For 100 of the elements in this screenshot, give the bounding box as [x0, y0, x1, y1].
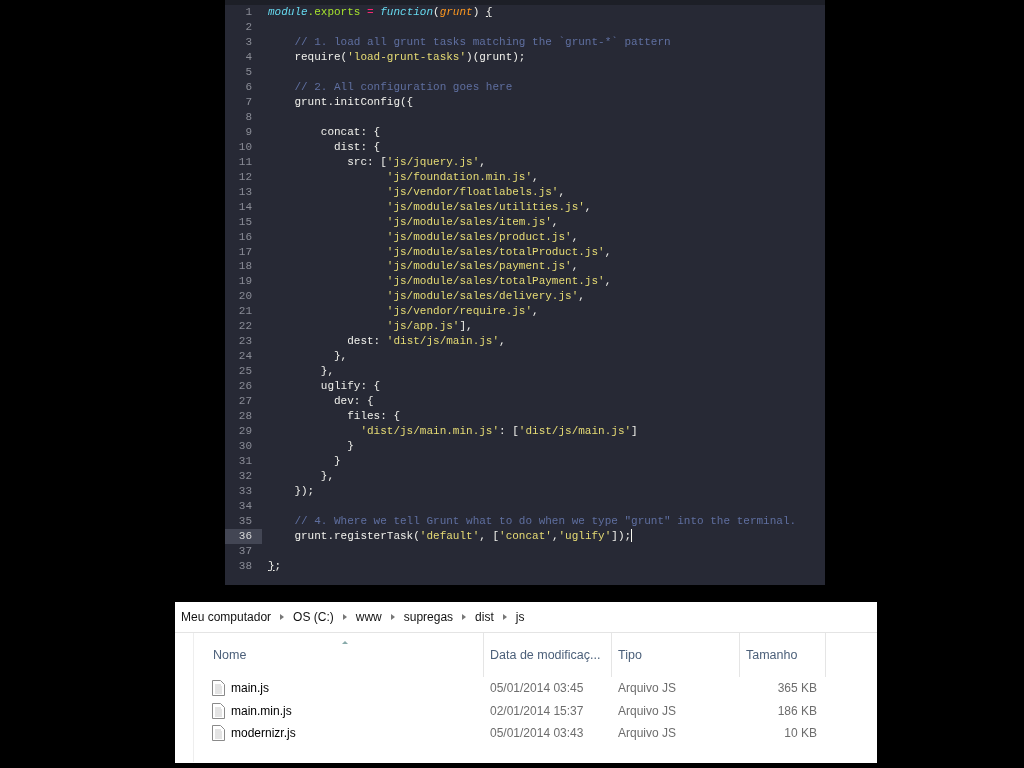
- line-number: 25: [237, 364, 253, 380]
- file-type: Arquivo JS: [617, 725, 678, 743]
- line-number: 19: [237, 274, 253, 290]
- line-number: 16: [237, 229, 253, 245]
- line-number: 9: [244, 124, 253, 140]
- code-line: 'js/module/sales/utilities.js',: [385, 199, 592, 215]
- code-line: 'js/foundation.min.js',: [385, 169, 539, 185]
- line-number: 3: [244, 34, 253, 50]
- code-line: dist: {: [333, 139, 381, 155]
- code-line: // 4. Where we tell Grunt what to do when we type "grunt" into the terminal.: [293, 513, 797, 529]
- file-date: 02/01/2014 15:37: [489, 702, 585, 720]
- code-line: },: [319, 364, 334, 380]
- breadcrumb-item[interactable]: supregas: [403, 608, 454, 626]
- code-line: dest: 'dist/js/main.js',: [346, 334, 506, 350]
- code-line: 'js/app.js'],: [385, 319, 473, 335]
- breadcrumb-arrow-icon[interactable]: [342, 614, 347, 620]
- code-line: 'js/vendor/require.js',: [385, 304, 539, 320]
- file-size: 365 KB: [776, 680, 818, 698]
- line-number: 14: [237, 199, 253, 215]
- code-line: uglify: {: [319, 379, 381, 395]
- code-line: 'js/module/sales/payment.js',: [385, 259, 579, 275]
- code-line: }: [333, 454, 341, 470]
- line-number: 4: [244, 49, 253, 65]
- line-number: 28: [237, 409, 253, 425]
- file-date: 05/01/2014 03:43: [489, 725, 585, 743]
- line-number: 21: [237, 304, 253, 320]
- line-number: 15: [237, 214, 253, 230]
- code-line: });: [293, 484, 315, 499]
- breadcrumb-item[interactable]: Meu computador: [181, 608, 272, 626]
- file-name[interactable]: main.js: [231, 679, 269, 698]
- line-number: 36: [225, 528, 262, 544]
- code-line: 'js/module/sales/totalProduct.js',: [385, 244, 612, 260]
- line-number: 7: [244, 94, 253, 110]
- column-header[interactable]: Tamanho: [740, 633, 826, 677]
- code-line: dev: {: [333, 394, 374, 410]
- code-line: files: {: [346, 409, 401, 425]
- code-line: concat: {: [319, 124, 381, 140]
- breadcrumb-item[interactable]: dist: [475, 608, 494, 626]
- line-number: 34: [237, 498, 253, 514]
- line-number: 12: [237, 169, 253, 185]
- code-line: 'js/module/sales/totalPayment.js',: [385, 274, 612, 290]
- code-line: 'js/module/sales/product.js',: [385, 229, 579, 245]
- line-number: 20: [237, 289, 253, 305]
- text-cursor: [631, 528, 633, 542]
- line-number: 18: [237, 259, 253, 275]
- file-name[interactable]: main.min.js: [231, 701, 292, 720]
- code-line: src: ['js/jquery.js',: [346, 154, 486, 170]
- code-line: // 2. All configuration goes here: [293, 79, 513, 95]
- line-number: 8: [244, 109, 253, 125]
- breadcrumb-item[interactable]: www: [355, 608, 382, 626]
- code-line: grunt.initConfig({: [293, 94, 414, 110]
- code-line: 'dist/js/main.min.js': ['dist/js/main.js']: [359, 424, 638, 440]
- code-line: 'js/module/sales/delivery.js',: [385, 289, 585, 305]
- file-type: Arquivo JS: [617, 680, 678, 698]
- line-number: 10: [237, 139, 253, 155]
- line-number: 27: [237, 394, 253, 410]
- line-number: 2: [244, 19, 253, 35]
- code-line: },: [319, 469, 334, 484]
- line-number: 35: [237, 513, 253, 529]
- line-number: 24: [237, 349, 253, 365]
- line-number: 37: [237, 543, 253, 559]
- column-header[interactable]: Tipo: [612, 633, 740, 677]
- breadcrumb-arrow-icon[interactable]: [280, 614, 285, 620]
- line-number: 31: [237, 454, 253, 470]
- column-header[interactable]: Data de modificaç...: [484, 633, 612, 677]
- line-number: 17: [237, 244, 253, 260]
- file-icon: [212, 725, 225, 742]
- breadcrumb-arrow-icon[interactable]: [502, 614, 507, 620]
- breadcrumb-arrow-icon[interactable]: [462, 614, 467, 620]
- line-number: 6: [244, 79, 253, 95]
- line-number: 13: [237, 184, 253, 200]
- breadcrumb-arrow-icon[interactable]: [390, 614, 395, 620]
- file-icon: [212, 702, 225, 719]
- code-line: };: [267, 558, 282, 574]
- breadcrumb-item[interactable]: js: [515, 608, 525, 626]
- line-number: 38: [237, 558, 253, 574]
- code-line: }: [346, 439, 354, 455]
- line-number: 23: [237, 334, 253, 350]
- breadcrumb-item[interactable]: OS (C:): [293, 608, 334, 626]
- column-header[interactable]: Nome: [212, 633, 484, 677]
- file-size: 10 KB: [783, 725, 818, 743]
- line-number: 32: [237, 469, 253, 484]
- sort-arrow-icon: [342, 641, 349, 644]
- code-line: grunt.registerTask('default', ['concat','uglify']);: [293, 528, 632, 544]
- file-date: 05/01/2014 03:45: [489, 680, 585, 698]
- file-type: Arquivo JS: [617, 702, 678, 720]
- line-number: 1: [244, 5, 253, 20]
- code-line: 'js/module/sales/item.js',: [385, 214, 559, 230]
- code-line: require('load-grunt-tasks')(grunt);: [293, 49, 526, 65]
- line-number: 26: [237, 379, 253, 395]
- file-size: 186 KB: [776, 702, 818, 720]
- code-line: module.exports = function(grunt) {: [267, 5, 493, 20]
- file-name[interactable]: modernizr.js: [231, 724, 296, 743]
- code-line: },: [333, 349, 348, 365]
- code-line: // 1. load all grunt tasks matching the `grunt-*` pattern: [293, 34, 671, 50]
- line-number: 30: [237, 439, 253, 455]
- file-icon: [212, 680, 225, 697]
- line-number: 11: [237, 154, 253, 170]
- code-line: 'js/vendor/floatlabels.js',: [385, 184, 566, 200]
- line-number: 29: [237, 424, 253, 440]
